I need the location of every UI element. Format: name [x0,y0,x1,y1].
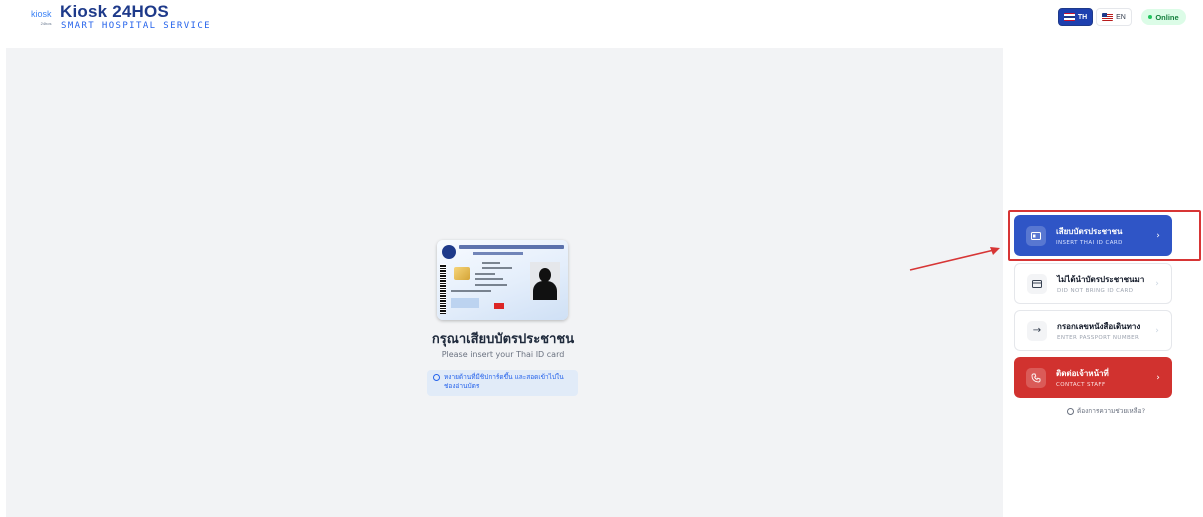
us-flag-icon [1102,13,1114,21]
passport-number-button[interactable]: → กรอกเลขหนังสือเดินทาง ENTER PASSPORT N… [1014,310,1172,351]
language-th-label: TH [1077,13,1088,21]
help-link-label: ต้องการความช่วยเหลือ? [1077,407,1146,415]
no-id-card-button[interactable]: ไม่ได้นำบัตรประชาชนมา DID NOT BRING ID C… [1014,263,1172,304]
kiosk-logo: kiosk 24hos [31,9,52,27]
chevron-right-icon: › [1156,372,1160,383]
option-sublabel: ENTER PASSPORT NUMBER [1057,335,1140,341]
app-title: Kiosk 24HOS [60,2,169,21]
help-icon [1067,407,1074,415]
insert-hint-text: หงายด้านที่มีชิปการ์ดขึ้น และสอดเข้าไปใน… [444,373,564,390]
option-label: กรอกเลขหนังสือเดินทาง [1057,322,1141,331]
contact-staff-button[interactable]: ติดต่อเจ้าหน้าที่ CONTACT STAFF › [1014,357,1172,398]
help-link[interactable]: ต้องการความช่วยเหลือ? [1067,406,1145,416]
card-icon [1027,273,1047,294]
status-dot-icon [1148,15,1153,19]
option-sublabel: INSERT THAI ID CARD [1056,240,1123,246]
info-icon [433,374,440,381]
id-card-icon [1026,225,1046,246]
option-sublabel: CONTACT STAFF [1056,382,1106,388]
chevron-right-icon: › [1155,278,1159,289]
online-status-badge: Online [1141,9,1186,25]
app-subtitle: SMART HOSPITAL SERVICE [61,21,212,31]
option-sublabel: DID NOT BRING ID CARD [1057,288,1134,294]
phone-icon [1026,367,1046,388]
chevron-right-icon: › [1156,230,1160,241]
thailand-flag-icon [1063,13,1075,21]
insert-card-title: กรุณาเสียบบัตรประชาชน [431,332,575,347]
app-header: kiosk 24hos Kiosk 24HOS SMART HOSPITAL S… [0,0,1203,42]
thai-id-card-illustration [437,240,568,320]
language-th-button[interactable]: TH [1058,8,1093,26]
option-label: เสียบบัตรประชาชน [1056,227,1123,236]
option-label: ไม่ได้นำบัตรประชาชนมา [1057,275,1145,284]
online-status-label: Online [1155,12,1179,22]
insert-card-subtitle: Please insert your Thai ID card [441,350,565,359]
arrow-right-icon: → [1027,320,1047,341]
insert-hint-box: หงายด้านที่มีชิปการ์ดขึ้น และสอดเข้าไปใน… [427,370,578,396]
insert-id-card-button[interactable]: เสียบบัตรประชาชน INSERT THAI ID CARD › [1014,215,1172,256]
option-label: ติดต่อเจ้าหน้าที่ [1056,369,1109,378]
chevron-right-icon: › [1155,325,1159,336]
language-en-button[interactable]: EN [1096,8,1132,26]
language-en-label: EN [1116,13,1126,21]
